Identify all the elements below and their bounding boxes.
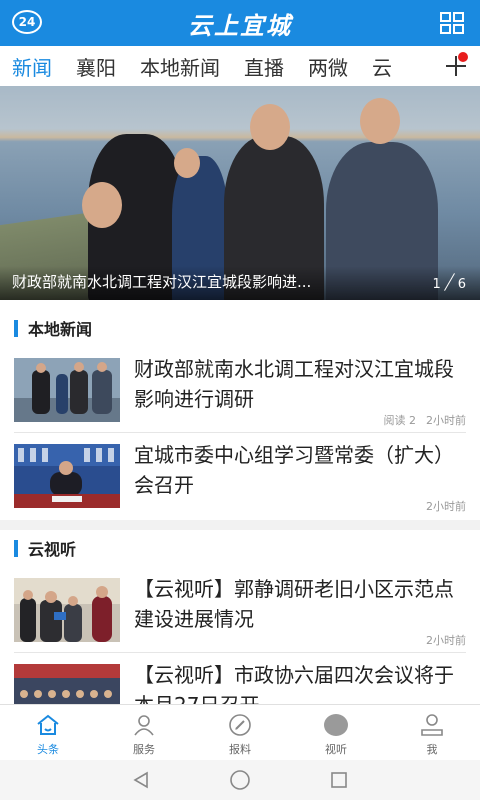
- news-thumbnail: [14, 444, 120, 508]
- nav-label: 头条: [37, 743, 59, 756]
- headline-banner[interactable]: 财政部就南水北调工程对汉江宜城段影响进... 1 6: [0, 86, 480, 300]
- list-item[interactable]: 宜城市委中心组学习暨常委（扩大）会召开 2小时前: [0, 438, 480, 524]
- banner-caption-overlay: 财政部就南水北调工程对汉江宜城段影响进... 1 6: [0, 266, 480, 300]
- banner-photo-head: [82, 182, 122, 228]
- nav-label: 报料: [229, 743, 251, 756]
- grid-menu-icon[interactable]: [440, 12, 464, 34]
- section-title: 本地新闻: [28, 320, 93, 339]
- news-meta: 2小时前: [426, 498, 466, 514]
- add-channel-button[interactable]: [420, 46, 480, 86]
- section-title: 云视听: [28, 540, 77, 559]
- news-thumbnail: [14, 578, 120, 642]
- news-title: 【云视听】市政协六届四次会议将于本月27日召开: [134, 663, 454, 704]
- home-icon: [37, 714, 59, 735]
- channel-tabs: 新闻 襄阳 本地新闻 直播 两微 云: [0, 46, 480, 86]
- banner-pager: 1 6: [432, 272, 466, 292]
- news-thumbnail: [14, 664, 120, 704]
- person-icon: [134, 715, 154, 736]
- system-nav-bar: [0, 760, 480, 800]
- read-count: 阅读 2: [383, 414, 417, 427]
- section-bar-icon: [14, 539, 18, 557]
- nav-video[interactable]: 视听: [288, 705, 384, 760]
- banner-caption: 财政部就南水北调工程对汉江宜城段影响进...: [12, 273, 312, 291]
- list-item[interactable]: 【云视听】市政协六届四次会议将于本月27日召开: [0, 658, 480, 704]
- banner-photo-head: [250, 104, 290, 150]
- divider: [14, 432, 466, 433]
- news-title: 财政部就南水北调工程对汉江宜城段影响进行调研: [134, 357, 454, 411]
- nav-label: 我: [426, 743, 438, 756]
- nav-label: 视听: [325, 743, 347, 756]
- notification-dot: [458, 52, 468, 62]
- recents-square-icon[interactable]: [329, 770, 349, 790]
- list-item[interactable]: 财政部就南水北调工程对汉江宜城段影响进行调研 阅读 2 2小时前: [0, 352, 480, 438]
- tab-weibo-weixin[interactable]: 两微: [308, 52, 348, 81]
- news-meta: 2小时前: [426, 632, 466, 648]
- bottom-nav: 头条 服务 报料 视听 我: [0, 704, 480, 760]
- news-thumbnail: [14, 358, 120, 422]
- tab-news[interactable]: 新闻: [12, 52, 52, 81]
- nav-headlines[interactable]: 头条: [0, 705, 96, 760]
- list-item[interactable]: 【云视听】郭静调研老旧小区示范点建设进展情况 2小时前: [0, 572, 480, 658]
- banner-photo-head: [360, 98, 400, 144]
- user-icon: [421, 714, 443, 736]
- pager-slash-icon: [443, 273, 455, 291]
- tab-cloud[interactable]: 云: [372, 52, 392, 81]
- publish-time: 2小时前: [426, 634, 466, 647]
- news-title: 【云视听】郭静调研老旧小区示范点建设进展情况: [134, 577, 454, 631]
- app-header: 24 云上宜城: [0, 0, 480, 46]
- banner-page-total: 6: [457, 277, 466, 292]
- section-bar-icon: [14, 319, 18, 337]
- banner-page-current: 1: [432, 277, 441, 292]
- home-circle-icon[interactable]: [229, 769, 251, 791]
- tab-local-news[interactable]: 本地新闻: [140, 52, 220, 81]
- banner-photo-head: [174, 148, 200, 178]
- news-meta: 阅读 2 2小时前: [384, 412, 467, 428]
- section-header-local-news: 本地新闻: [0, 310, 480, 346]
- video-icon: [324, 714, 348, 736]
- section-header-cloud-video: 云视听: [0, 530, 480, 566]
- divider: [14, 652, 466, 653]
- back-triangle-icon[interactable]: [131, 770, 151, 790]
- news-title: 宜城市委中心组学习暨常委（扩大）会召开: [134, 443, 454, 497]
- tab-xiangyang[interactable]: 襄阳: [76, 52, 116, 81]
- nav-me[interactable]: 我: [384, 705, 480, 760]
- tab-live[interactable]: 直播: [244, 52, 284, 81]
- section-gap: [0, 520, 480, 530]
- nav-report[interactable]: 报料: [192, 705, 288, 760]
- publish-time: 2小时前: [426, 500, 466, 513]
- app-title: 云上宜城: [188, 11, 292, 40]
- nav-services[interactable]: 服务: [96, 705, 192, 760]
- publish-time: 2小时前: [426, 414, 466, 427]
- pencil-icon: [229, 714, 251, 736]
- nav-label: 服务: [133, 743, 155, 756]
